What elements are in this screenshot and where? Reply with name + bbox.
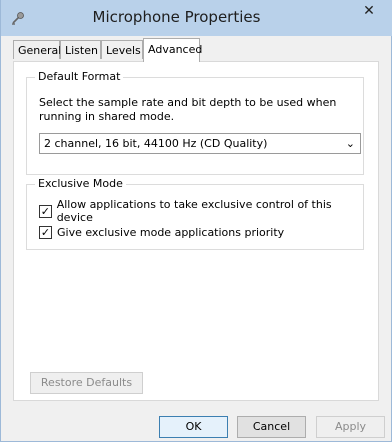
exclusive-mode-group: Exclusive Mode ✓ Allow applications to t… bbox=[26, 177, 364, 250]
restore-defaults-button[interactable]: Restore Defaults bbox=[30, 372, 143, 394]
advanced-panel: Default Format Select the sample rate an… bbox=[13, 61, 379, 401]
apply-button[interactable]: Apply bbox=[316, 416, 385, 438]
tab-general[interactable]: General bbox=[13, 40, 61, 59]
tab-advanced[interactable]: Advanced bbox=[143, 38, 202, 62]
exclusive-priority-option[interactable]: ✓ Give exclusive mode applications prior… bbox=[39, 225, 284, 239]
default-format-legend: Default Format bbox=[35, 70, 124, 83]
exclusive-mode-legend: Exclusive Mode bbox=[35, 177, 126, 190]
default-format-description: Select the sample rate and bit depth to … bbox=[39, 96, 337, 123]
tab-listen[interactable]: Listen bbox=[60, 40, 101, 59]
exclusive-control-option[interactable]: ✓ Allow applications to take exclusive c… bbox=[39, 198, 363, 224]
sample-format-select[interactable]: 2 channel, 16 bit, 44100 Hz (CD Quality)… bbox=[39, 133, 361, 154]
chevron-down-icon: ⌄ bbox=[345, 137, 355, 150]
cancel-button[interactable]: Cancel bbox=[237, 416, 306, 438]
ok-button[interactable]: OK bbox=[159, 416, 228, 438]
close-button[interactable]: ✕ bbox=[352, 0, 386, 22]
close-icon: ✕ bbox=[363, 3, 375, 19]
exclusive-priority-label: Give exclusive mode applications priorit… bbox=[57, 225, 285, 239]
exclusive-control-checkbox[interactable]: ✓ bbox=[39, 204, 52, 218]
tab-levels[interactable]: Levels bbox=[101, 40, 143, 59]
exclusive-control-label: Allow applications to take exclusive con… bbox=[56, 198, 332, 224]
window-title: Microphone Properties bbox=[92, 8, 261, 26]
exclusive-priority-checkbox[interactable]: ✓ bbox=[39, 225, 52, 239]
title-bar[interactable]: Microphone Properties ✕ bbox=[1, 0, 392, 36]
check-icon: ✓ bbox=[40, 225, 51, 239]
default-format-group: Default Format Select the sample rate an… bbox=[26, 70, 364, 175]
properties-window: Microphone Properties ✕ General Listen L… bbox=[0, 0, 392, 442]
sample-format-value: 2 channel, 16 bit, 44100 Hz (CD Quality) bbox=[44, 137, 268, 150]
check-icon: ✓ bbox=[40, 204, 50, 218]
